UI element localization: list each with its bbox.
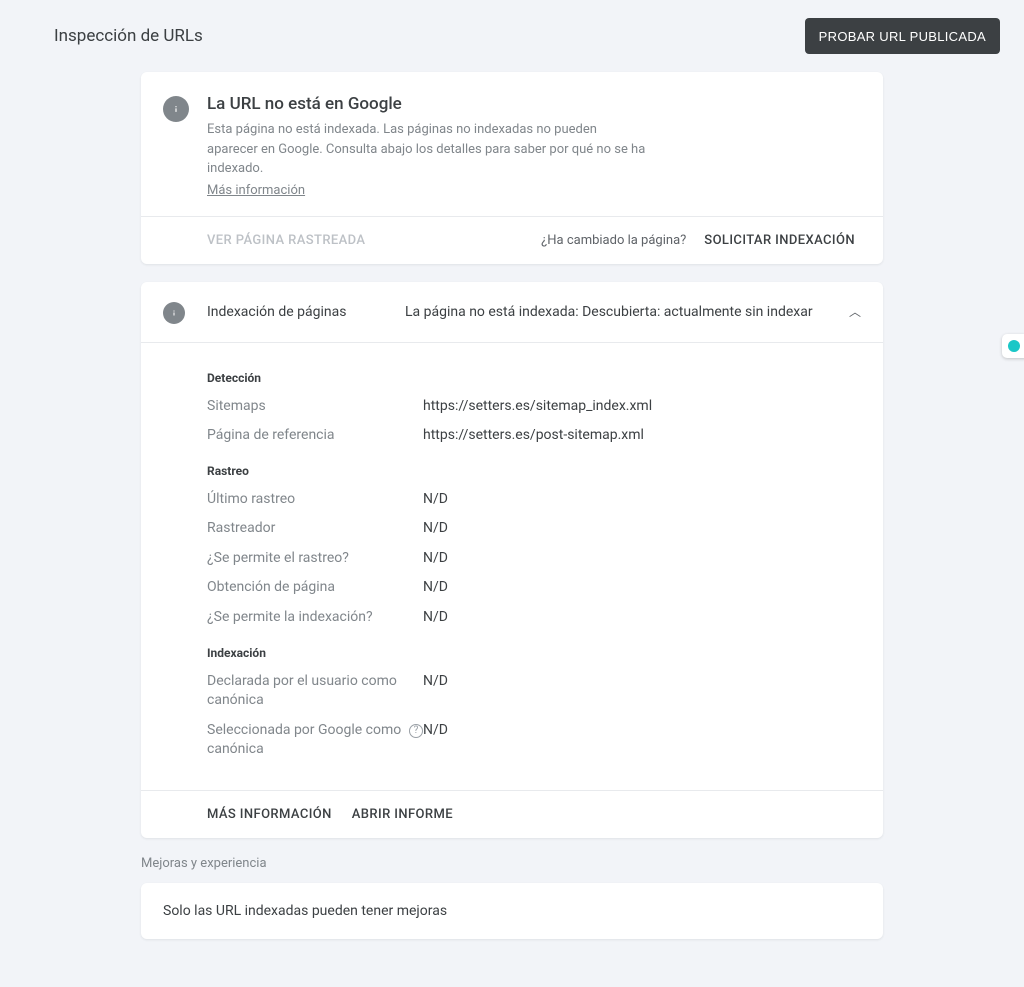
kv-label: Obtención de página <box>207 578 423 598</box>
enhancements-card: Solo las URL indexadas pueden tener mejo… <box>141 883 883 939</box>
request-indexing-button[interactable]: SOLICITAR INDEXACIÓN <box>704 233 855 248</box>
detection-subhead: Detección <box>207 371 855 385</box>
kv-value: N/D <box>423 672 448 711</box>
kv-row: Sitemaps https://setters.es/sitemap_inde… <box>207 397 855 417</box>
enhancements-label: Mejoras y experiencia <box>141 856 883 871</box>
kv-label: ¿Se permite el rastreo? <box>207 549 423 569</box>
kv-value: N/D <box>423 519 448 539</box>
page-header: Inspección de URLs PROBAR URL PUBLICADA <box>0 0 1024 72</box>
open-report-button[interactable]: ABRIR INFORME <box>352 807 453 822</box>
kv-row: Página de referencia https://setters.es/… <box>207 426 855 446</box>
indexing-section-toggle[interactable]: Indexación de páginas La página no está … <box>141 282 883 343</box>
kv-row: Declarada por el usuario como canónica N… <box>207 672 855 711</box>
kv-value: N/D <box>423 608 448 628</box>
more-info-link[interactable]: Más información <box>207 183 305 198</box>
kv-value: N/D <box>423 549 448 569</box>
kv-label: Declarada por el usuario como canónica <box>207 672 423 711</box>
kv-value: N/D <box>423 578 448 598</box>
indexing-section-status: La página no está indexada: Descubierta:… <box>405 304 849 320</box>
status-heading: La URL no está en Google <box>207 94 647 114</box>
kv-row: Rastreador N/D <box>207 519 855 539</box>
kv-label: Seleccionada por Google como canónica ? <box>207 721 423 760</box>
indexing-card: Indexación de páginas La página no está … <box>141 282 883 839</box>
kv-value: N/D <box>423 721 448 760</box>
crawl-subhead: Rastreo <box>207 464 855 478</box>
kv-label-text: Declarada por el usuario como canónica <box>207 672 423 711</box>
kv-label: Página de referencia <box>207 426 423 446</box>
kv-row: Seleccionada por Google como canónica ? … <box>207 721 855 760</box>
enhancements-message: Solo las URL indexadas pueden tener mejo… <box>141 883 883 939</box>
kv-value: N/D <box>423 490 448 510</box>
kv-row: ¿Se permite el rastreo? N/D <box>207 549 855 569</box>
kv-label: ¿Se permite la indexación? <box>207 608 423 628</box>
page-changed-label: ¿Ha cambiado la página? <box>541 233 686 248</box>
status-description: Esta página no está indexada. Las página… <box>207 120 647 179</box>
kv-label-text: Seleccionada por Google como canónica <box>207 721 403 760</box>
test-live-url-button[interactable]: PROBAR URL PUBLICADA <box>805 18 1000 54</box>
kv-label: Sitemaps <box>207 397 423 417</box>
page-title: Inspección de URLs <box>54 26 203 46</box>
kv-value: https://setters.es/sitemap_index.xml <box>423 397 652 417</box>
view-crawled-page-link: VER PÁGINA RASTREADA <box>207 233 365 248</box>
help-icon[interactable]: ? <box>409 724 423 738</box>
kv-row: ¿Se permite la indexación? N/D <box>207 608 855 628</box>
kv-row: Último rastreo N/D <box>207 490 855 510</box>
info-icon <box>163 302 185 324</box>
indexing-section-title: Indexación de páginas <box>207 304 405 320</box>
chat-widget-icon[interactable] <box>1002 334 1024 358</box>
kv-label: Rastreador <box>207 519 423 539</box>
kv-value: https://setters.es/post-sitemap.xml <box>423 426 644 446</box>
status-card: La URL no está en Google Esta página no … <box>141 72 883 264</box>
kv-label: Último rastreo <box>207 490 423 510</box>
chevron-up-icon: ︿ <box>849 303 861 320</box>
more-info-button[interactable]: MÁS INFORMACIÓN <box>207 807 332 822</box>
info-icon <box>163 96 189 122</box>
kv-row: Obtención de página N/D <box>207 578 855 598</box>
index-subhead: Indexación <box>207 646 855 660</box>
